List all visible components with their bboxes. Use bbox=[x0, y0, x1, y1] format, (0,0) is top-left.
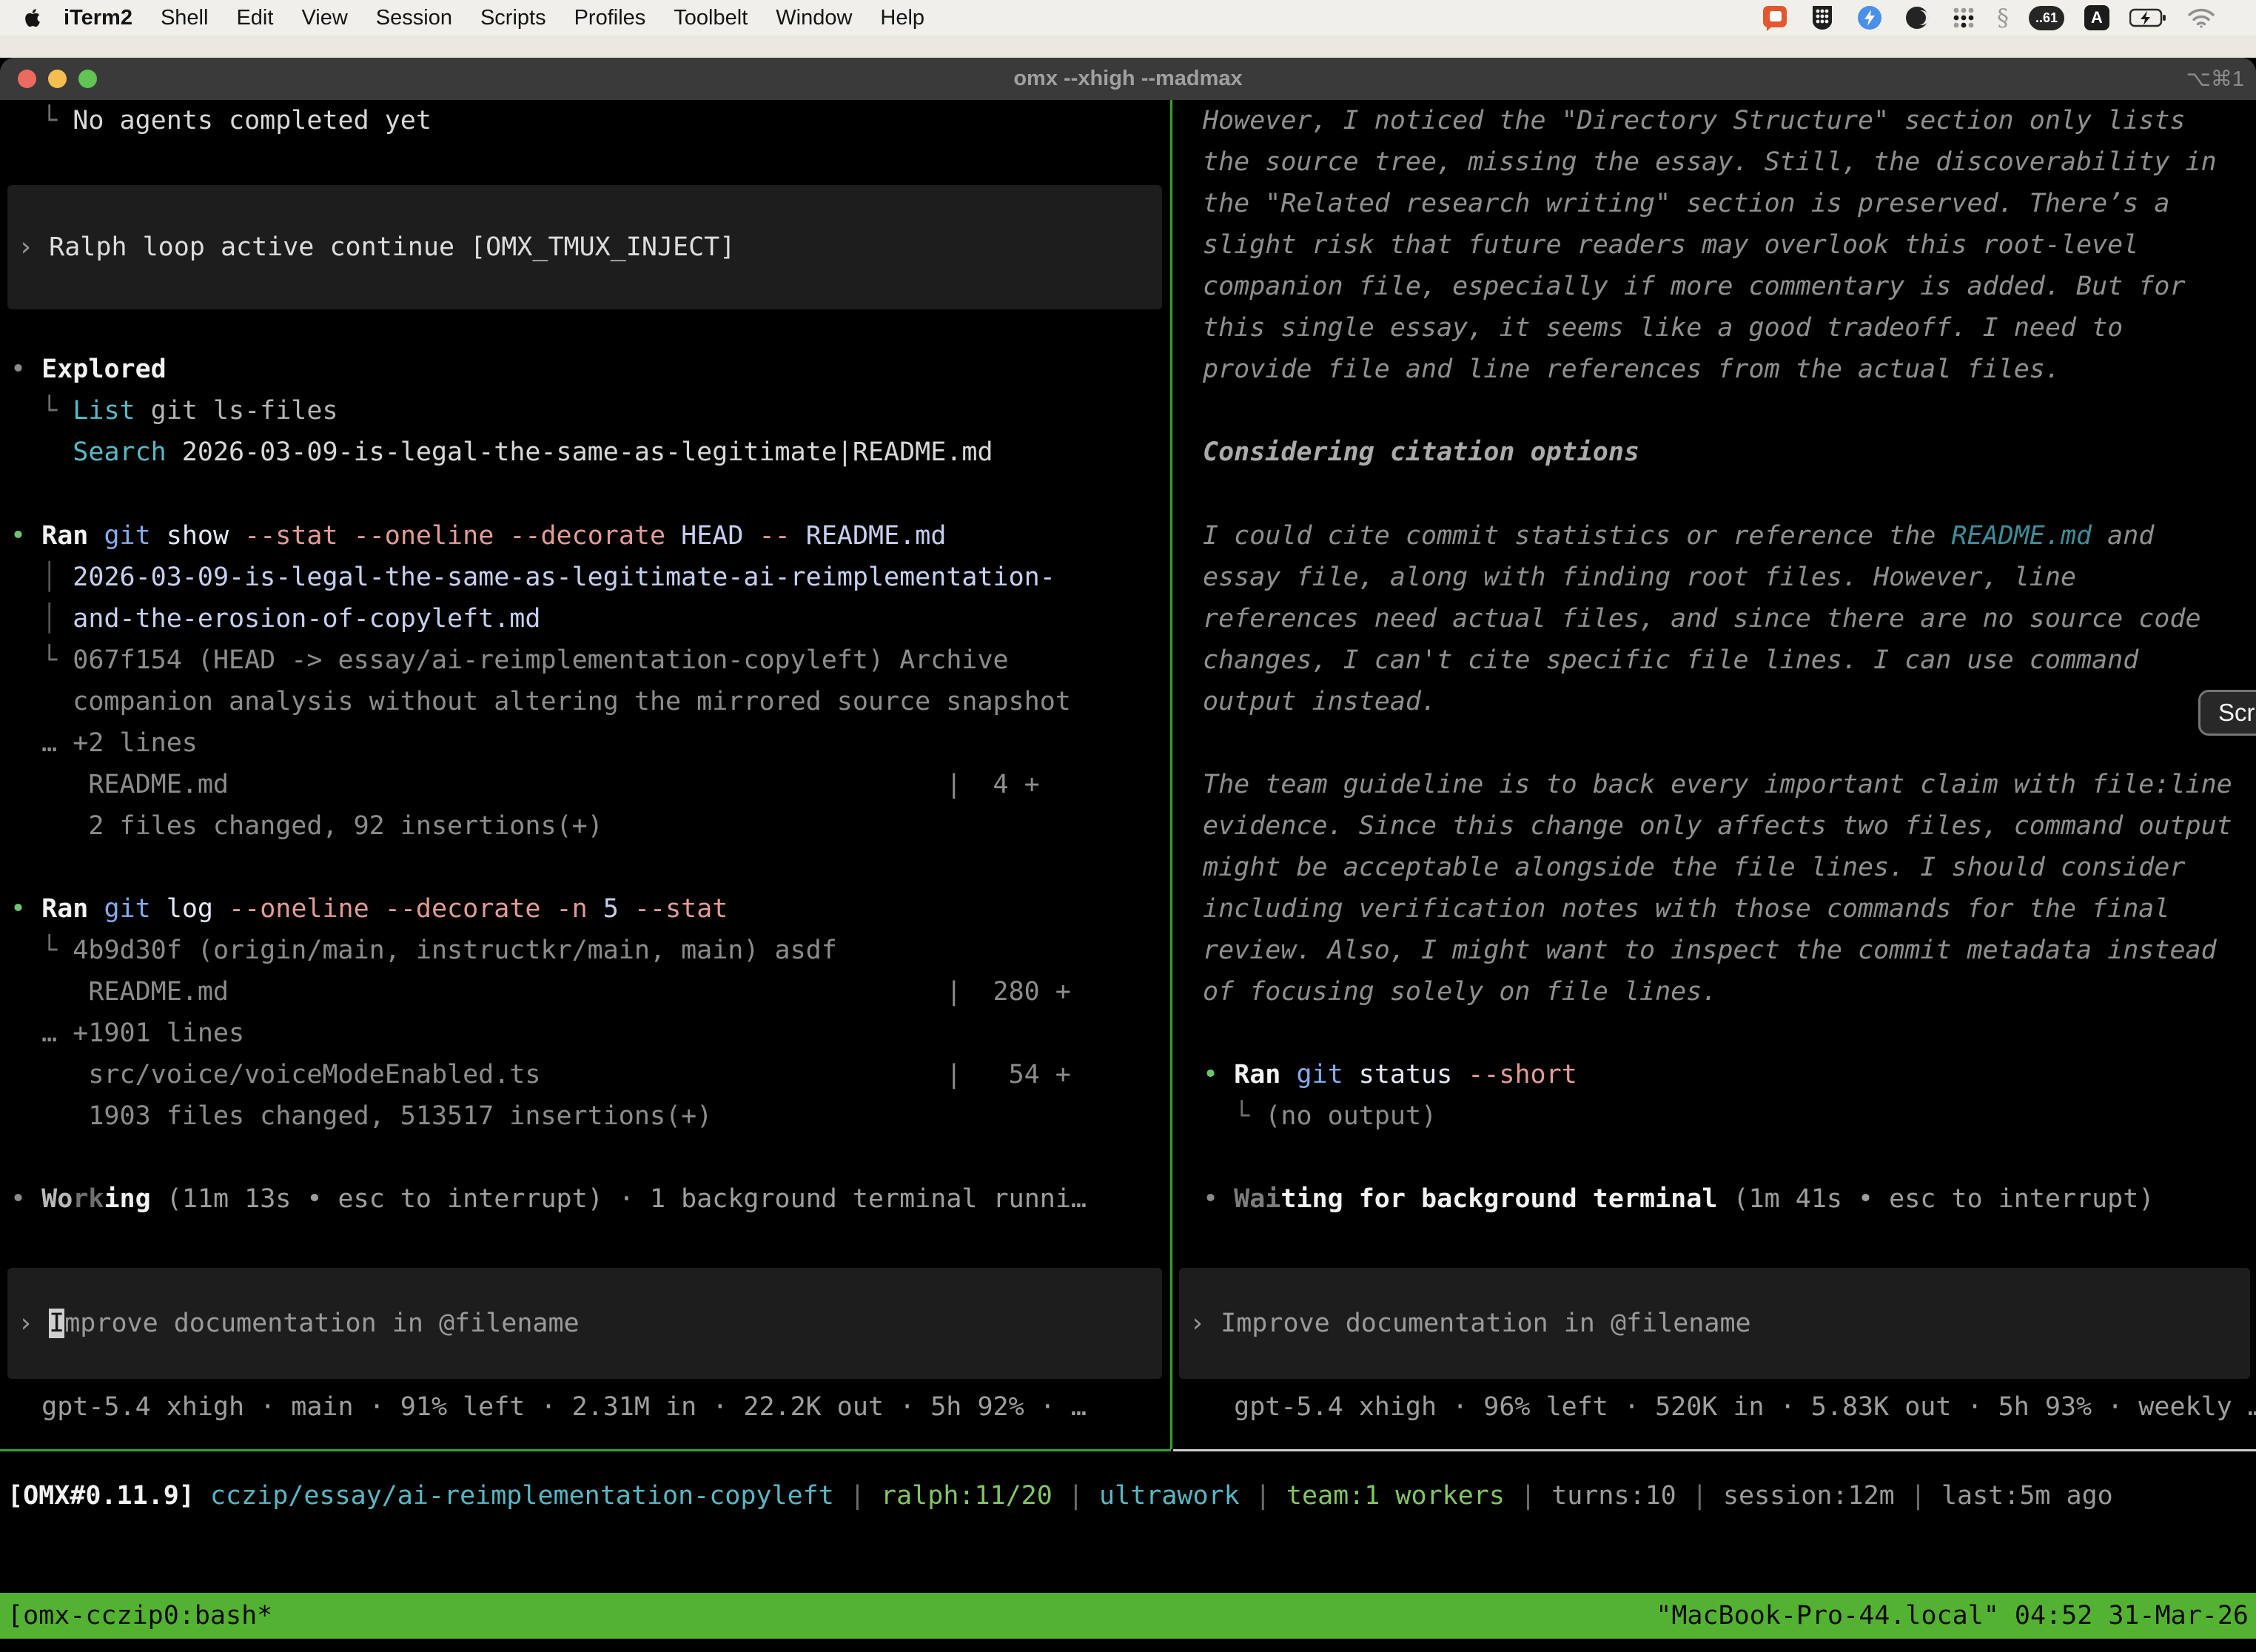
menu-item-toolbelt[interactable]: Toolbelt bbox=[674, 6, 748, 30]
right-input-text: Improve documentation in @filename bbox=[1221, 1309, 1750, 1338]
terminal-line: • Explored bbox=[10, 349, 167, 390]
prompt-chevron-icon: › bbox=[18, 232, 49, 262]
terminal-line: • Waiting for background terminal (1m 41… bbox=[1203, 1178, 2154, 1220]
terminal-line: • Ran git status --short bbox=[1203, 1054, 1577, 1095]
omx-status-line: [OMX#0.11.9] cczip/essay/ai-reimplementa… bbox=[7, 1475, 2256, 1517]
terminal-line: │ 2026-03-09-is-legal-the-same-as-legiti… bbox=[10, 557, 1055, 598]
terminal-line: └ (no output) bbox=[1203, 1095, 1437, 1137]
terminal-line: [OMX#0.11.9] cczip/essay/ai-reimplementa… bbox=[7, 1475, 2113, 1517]
terminal-line: evidence. Since this change only affects… bbox=[1203, 805, 2232, 847]
terminal-line: └ 4b9d30f (origin/main, instructkr/main,… bbox=[10, 930, 837, 971]
terminal-line: might be acceptable alongside the file l… bbox=[1203, 847, 2186, 888]
terminal-line: the "Related research writing" section i… bbox=[1203, 183, 2169, 224]
terminal-line: output instead. bbox=[1203, 681, 1437, 722]
menu-bar: iTerm2 Shell Edit View Session Scripts Profil… bbox=[0, 0, 2256, 36]
terminal-line: │ and-the-erosion-of-copyleft.md bbox=[10, 598, 540, 639]
squiggle-icon[interactable]: § bbox=[1997, 4, 2009, 32]
moon-toggle-icon[interactable] bbox=[1904, 4, 1930, 31]
terminal-line: Search 2026-03-09-is-legal-the-same-as-l… bbox=[10, 432, 993, 473]
terminal-line: src/voice/voiceModeEnabled.ts | 54 + bbox=[10, 1054, 1071, 1095]
tmux-host-clock: "MacBook-Pro-44.local" 04:52 31-Mar-26 bbox=[1656, 1601, 2249, 1631]
screen: iTerm2 Shell Edit View Session Scripts Profil… bbox=[0, 0, 2256, 1652]
bolt-blue-icon[interactable] bbox=[1856, 4, 1884, 32]
text-cursor: I bbox=[49, 1309, 64, 1338]
terminal-line: slight risk that future readers may over… bbox=[1203, 224, 2138, 266]
battery-percent-badge[interactable]: ..61 bbox=[2029, 6, 2064, 30]
terminal-line: README.md | 280 + bbox=[10, 971, 1071, 1013]
terminal-line: the source tree, missing the essay. Stil… bbox=[1203, 141, 2217, 183]
terminal-line: • Working (11m 13s • esc to interrupt) ·… bbox=[10, 1178, 1087, 1220]
prompt-chevron-icon: › bbox=[18, 1309, 49, 1338]
menu-item-edit[interactable]: Edit bbox=[236, 6, 273, 30]
terminal-line: README.md | 4 + bbox=[10, 764, 1040, 805]
menu-item-window[interactable]: Window bbox=[776, 6, 852, 30]
terminal-line: └ No agents completed yet bbox=[10, 100, 432, 141]
tmux-pane-left[interactable]: › Ralph loop active continue [OMX_TMUX_I… bbox=[0, 100, 1171, 1449]
tmux-horizontal-divider[interactable] bbox=[1173, 1449, 2256, 1451]
window-title: omx --xhigh --madmax bbox=[0, 58, 2256, 100]
window-titlebar[interactable]: omx --xhigh --madmax ⌥⌘1 bbox=[0, 58, 2256, 100]
terminal-line: └ List git ls-files bbox=[10, 390, 338, 432]
terminal-line: I could cite commit statistics or refere… bbox=[1203, 515, 2154, 557]
keyboard-icon[interactable] bbox=[1809, 4, 1836, 31]
tmux-pane-right[interactable]: › Improve documentation in @filename How… bbox=[1173, 100, 2256, 1449]
terminal-line: companion file, especially if more comme… bbox=[1203, 266, 2186, 307]
terminal-line: Considering citation options bbox=[1203, 432, 1639, 473]
menubar-status-icons: § ..61 A bbox=[1761, 4, 2216, 32]
terminal-line: 2 files changed, 92 insertions(+) bbox=[10, 805, 603, 847]
tmux-session-window[interactable]: [omx-cczip0:bash* bbox=[7, 1601, 272, 1631]
window-shortcut-badge: ⌥⌘1 bbox=[2186, 58, 2244, 100]
terminal-line: • Ran git log --oneline --decorate -n 5 … bbox=[10, 888, 728, 930]
terminal-line: … +1901 lines bbox=[10, 1013, 244, 1054]
terminal-line: provide file and line references from th… bbox=[1203, 349, 2061, 390]
prompt-chevron-icon: › bbox=[1189, 1309, 1221, 1338]
terminal-line: gpt-5.4 xhigh · main · 91% left · 2.31M … bbox=[10, 1386, 1087, 1428]
desktop-background bbox=[0, 36, 2256, 58]
ralph-inject-box: › Ralph loop active continue [OMX_TMUX_I… bbox=[7, 185, 1162, 309]
ralph-inject-text: Ralph loop active continue [OMX_TMUX_INJ… bbox=[49, 232, 735, 262]
terminal-line: this single essay, it seems like a good … bbox=[1203, 307, 2123, 349]
menu-app-name[interactable]: iTerm2 bbox=[64, 6, 132, 30]
terminal-line: companion analysis without altering the … bbox=[10, 681, 1071, 722]
terminal-line: └ 067f154 (HEAD -> essay/ai-reimplementa… bbox=[10, 639, 1009, 681]
battery-icon[interactable] bbox=[2129, 8, 2166, 27]
right-prompt-input[interactable]: › Improve documentation in @filename bbox=[1179, 1268, 2250, 1379]
terminal-line: of focusing solely on file lines. bbox=[1203, 971, 1717, 1013]
wifi-icon[interactable] bbox=[2186, 7, 2216, 29]
menu-item-scripts[interactable]: Scripts bbox=[480, 6, 546, 30]
screen-overlay-badge: Scre bbox=[2198, 690, 2256, 736]
terminal-line: However, I noticed the "Directory Struct… bbox=[1203, 100, 2186, 141]
terminal-line: gpt-5.4 xhigh · 96% left · 520K in · 5.8… bbox=[1203, 1386, 2256, 1428]
tmux-status-bar[interactable]: [omx-cczip0:bash* "MacBook-Pro-44.local"… bbox=[0, 1593, 2256, 1639]
left-prompt-input[interactable]: › Improve documentation in @filename bbox=[7, 1268, 1162, 1379]
terminal-line: • Ran git show --stat --oneline --decora… bbox=[10, 515, 946, 557]
menu-item-profiles[interactable]: Profiles bbox=[574, 6, 646, 30]
terminal-line: … +2 lines bbox=[10, 722, 198, 764]
menu-item-shell[interactable]: Shell bbox=[161, 6, 209, 30]
tmux-horizontal-divider-active[interactable] bbox=[0, 1449, 1171, 1451]
apple-menu-icon[interactable] bbox=[22, 4, 44, 31]
terminal-line: The team guideline is to back every impo… bbox=[1203, 764, 2232, 805]
menu-item-session[interactable]: Session bbox=[376, 6, 452, 30]
terminal[interactable]: › Ralph loop active continue [OMX_TMUX_I… bbox=[0, 100, 2256, 1652]
input-source-icon[interactable]: A bbox=[2084, 5, 2109, 30]
tmux-vertical-divider[interactable] bbox=[1170, 100, 1172, 1449]
terminal-line: changes, I can't cite specific file line… bbox=[1203, 639, 2138, 681]
screen-overlay-label: Scre bbox=[2218, 699, 2256, 727]
terminal-line: including verification notes with those … bbox=[1203, 888, 2169, 930]
terminal-line: review. Also, I might want to inspect th… bbox=[1203, 930, 2217, 971]
screenshot-chat-icon[interactable] bbox=[1761, 4, 1789, 32]
iterm-window: omx --xhigh --madmax ⌥⌘1 › Ralph loop ac… bbox=[0, 58, 2256, 1652]
grid-dots-icon[interactable] bbox=[1950, 4, 1977, 31]
menu-item-help[interactable]: Help bbox=[880, 6, 924, 30]
menu-items: Shell Edit View Session Scripts Profiles Toolb… bbox=[132, 6, 924, 30]
menu-item-view[interactable]: View bbox=[301, 6, 347, 30]
left-input-text: mprove documentation in @filename bbox=[64, 1309, 579, 1338]
terminal-line: 1903 files changed, 513517 insertions(+) bbox=[10, 1095, 712, 1137]
terminal-line: essay file, along with finding root file… bbox=[1203, 557, 2076, 598]
terminal-line: references need actual files, and since … bbox=[1203, 598, 2201, 639]
